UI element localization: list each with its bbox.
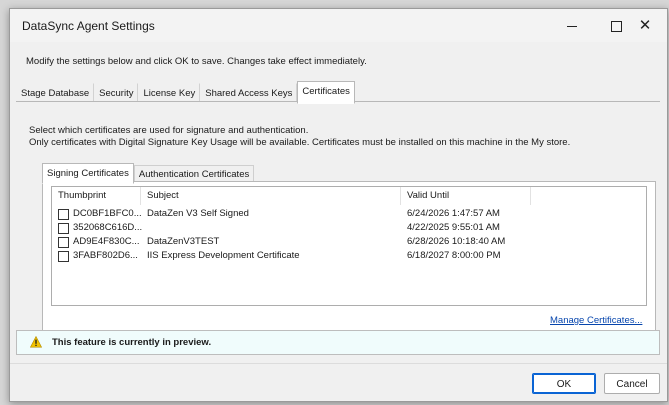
close-button[interactable]: ✕ [623,9,667,42]
title-bar[interactable]: DataSync Agent Settings ✕ [10,9,667,42]
footer-divider [10,363,667,364]
close-icon: ✕ [638,16,652,34]
list-item[interactable]: AD9E4F830C... DataZenV3TEST 6/28/2026 10… [52,236,646,249]
certificate-checkbox[interactable] [58,237,69,248]
tab-certificates[interactable]: Certificates [297,81,355,104]
column-header-filler [531,187,646,205]
list-item[interactable]: 3FABF802D6... IIS Express Development Ce… [52,250,646,263]
ok-button[interactable]: OK [532,373,596,394]
preview-notice: This feature is currently in preview. [16,330,660,355]
cancel-button[interactable]: Cancel [604,373,660,394]
warning-icon [30,336,42,348]
settings-tabs: Stage Database Security License Key Shar… [16,81,355,104]
list-header: Thumbprint Subject Valid Until [52,187,646,205]
certificates-panel: Select which certificates are used for s… [16,101,660,367]
intro-text: Modify the settings below and click OK t… [26,56,367,67]
minimize-icon [567,25,577,27]
window-title: DataSync Agent Settings [22,19,155,33]
maximize-icon [610,20,622,32]
certificate-thumbprint: 352068C616D... [73,222,143,233]
certificate-thumbprint: AD9E4F830C... [73,236,140,247]
certificates-description-line2: Only certificates with Digital Signature… [29,137,571,148]
certificates-description-line1: Select which certificates are used for s… [29,125,309,136]
certificate-checkbox[interactable] [58,223,69,234]
list-item[interactable]: DC0BF1BFC0... DataZen V3 Self Signed 6/2… [52,208,646,221]
tab-signing-certificates[interactable]: Signing Certificates [42,163,134,184]
manage-certificates-link[interactable]: Manage Certificates... [550,315,642,326]
column-header-valid-until[interactable]: Valid Until [401,187,531,205]
certificate-valid-until: 6/18/2027 8:00:00 PM [407,250,501,261]
list-item[interactable]: 352068C616D... 4/22/2025 9:55:01 AM [52,222,646,235]
minimize-button[interactable] [550,9,594,42]
certificate-subject: DataZen V3 Self Signed [147,208,249,219]
preview-notice-text: This feature is currently in preview. [52,337,212,348]
certificate-subject: DataZenV3TEST [147,236,220,247]
column-header-subject[interactable]: Subject [141,187,401,205]
certificate-valid-until: 4/22/2025 9:55:01 AM [407,222,500,233]
certificate-subject: IIS Express Development Certificate [147,250,300,261]
settings-window: DataSync Agent Settings ✕ Modify the set… [9,8,668,402]
certificate-list[interactable]: Thumbprint Subject Valid Until DC0BF1BFC… [51,186,647,306]
certificate-checkbox[interactable] [58,251,69,262]
column-header-thumbprint[interactable]: Thumbprint [52,187,141,205]
certificate-valid-until: 6/24/2026 1:47:57 AM [407,208,500,219]
certificate-valid-until: 6/28/2026 10:18:40 AM [407,236,506,247]
certificate-thumbprint: DC0BF1BFC0... [73,208,142,219]
certificate-thumbprint: 3FABF802D6... [73,250,138,261]
certificate-checkbox[interactable] [58,209,69,220]
